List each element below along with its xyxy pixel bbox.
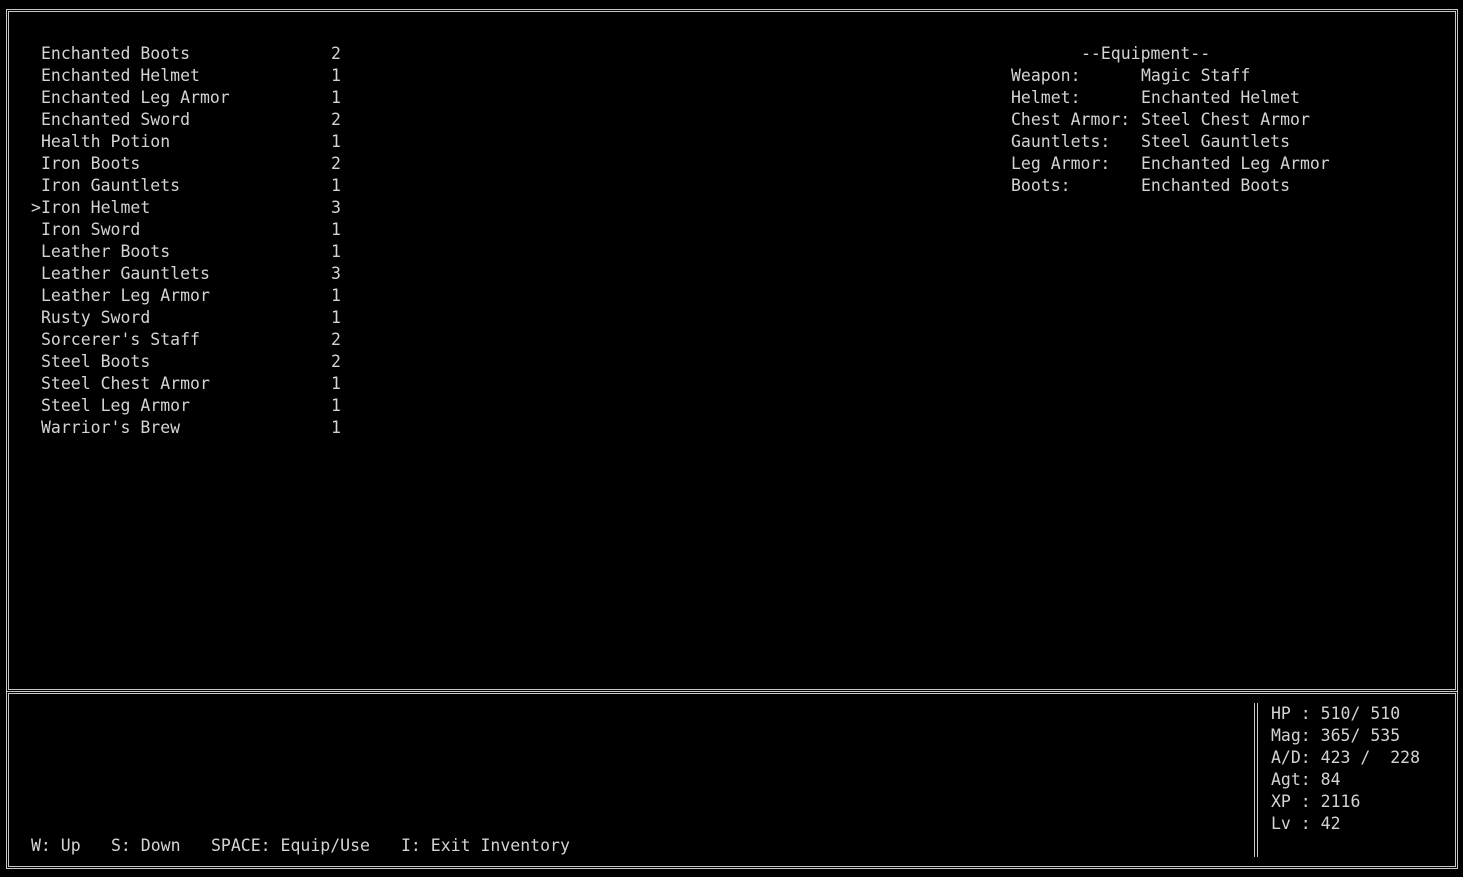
equipment-slot-value-helmet: Enchanted Helmet xyxy=(1141,88,1300,107)
item-name: Iron Gauntlets xyxy=(41,176,181,195)
item-name: Leather Gauntlets xyxy=(41,264,210,283)
item-name: Enchanted Helmet xyxy=(41,66,200,85)
item-name: Iron Helmet xyxy=(41,198,151,217)
equipment-slot-value-leg-armor: Enchanted Leg Armor xyxy=(1141,154,1330,173)
item-quantity: 3 xyxy=(331,198,341,217)
item-name: Enchanted Leg Armor xyxy=(41,88,230,107)
item-quantity: 1 xyxy=(331,308,341,327)
item-quantity: 1 xyxy=(331,286,341,305)
item-quantity: 2 xyxy=(331,110,341,129)
control-equip-use: SPACE: Equip/Use xyxy=(211,836,370,855)
stat-xp: XP : 2116 xyxy=(1271,792,1361,811)
item-quantity: 1 xyxy=(331,176,341,195)
item-quantity: 2 xyxy=(331,330,341,349)
stats-divider-left xyxy=(1254,703,1255,857)
item-quantity: 1 xyxy=(331,132,341,151)
item-name: Health Potion xyxy=(41,132,171,151)
selection-cursor: > xyxy=(31,198,41,217)
item-quantity: 2 xyxy=(331,352,341,371)
equipment-slot-value-chest-armor: Steel Chest Armor xyxy=(1141,110,1310,129)
equipment-slot-label-boots: Boots: xyxy=(1011,176,1071,195)
stat-attack-defense: A/D: 423 / 228 xyxy=(1271,748,1421,767)
item-quantity: 1 xyxy=(331,66,341,85)
equipment-slot-value-boots: Enchanted Boots xyxy=(1141,176,1291,195)
item-name: Leather Boots xyxy=(41,242,171,261)
equipment-slot-value-weapon: Magic Staff xyxy=(1141,66,1251,85)
equipment-title: --Equipment-- xyxy=(1081,44,1211,63)
equipment-slot-label-chest-armor: Chest Armor: xyxy=(1011,110,1131,129)
equipment-slot-label-weapon: Weapon: xyxy=(1011,66,1081,85)
item-quantity: 1 xyxy=(331,418,341,437)
item-name: Iron Boots xyxy=(41,154,141,173)
item-name: Sorcerer's Staff xyxy=(41,330,200,349)
equipment-slot-label-helmet: Helmet: xyxy=(1011,88,1081,107)
equipment-slot-label-leg-armor: Leg Armor: xyxy=(1011,154,1111,173)
item-quantity: 1 xyxy=(331,242,341,261)
equipment-slot-label-gauntlets: Gauntlets: xyxy=(1011,132,1111,151)
item-name: Enchanted Boots xyxy=(41,44,191,63)
item-name: Steel Leg Armor xyxy=(41,396,191,415)
item-name: Steel Chest Armor xyxy=(41,374,210,393)
item-quantity: 1 xyxy=(331,396,341,415)
item-quantity: 1 xyxy=(331,374,341,393)
item-name: Enchanted Sword xyxy=(41,110,191,129)
item-name: Steel Boots xyxy=(41,352,151,371)
item-name: Iron Sword xyxy=(41,220,141,239)
item-name: Leather Leg Armor xyxy=(41,286,210,305)
stat-level: Lv : 42 xyxy=(1271,814,1341,833)
item-name: Warrior's Brew xyxy=(41,418,181,437)
control-down: S: Down xyxy=(111,836,181,855)
item-name: Rusty Sword xyxy=(41,308,151,327)
item-quantity: 1 xyxy=(331,220,341,239)
stat-mag: Mag: 365/ 535 xyxy=(1271,726,1401,745)
item-quantity: 3 xyxy=(331,264,341,283)
stat-agility: Agt: 84 xyxy=(1271,770,1341,789)
control-exit-inventory: I: Exit Inventory xyxy=(401,836,570,855)
equipment-slot-value-gauntlets: Steel Gauntlets xyxy=(1141,132,1291,151)
item-quantity: 2 xyxy=(331,44,341,63)
stat-hp: HP : 510/ 510 xyxy=(1271,704,1401,723)
stats-divider-right xyxy=(1257,703,1258,857)
item-quantity: 1 xyxy=(331,88,341,107)
item-quantity: 2 xyxy=(331,154,341,173)
control-up: W: Up xyxy=(31,836,81,855)
